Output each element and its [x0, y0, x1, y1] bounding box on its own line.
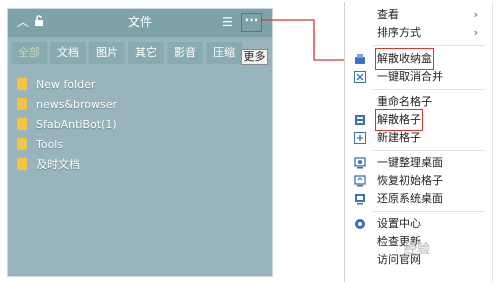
dissolve-fence-icon — [354, 114, 366, 126]
menu-item-label: 排序方式 — [377, 26, 421, 39]
chevron-right-icon: › — [473, 8, 478, 21]
menu-item-label: 解散收纳盒 — [375, 48, 434, 70]
menu-item-organize-desktop[interactable]: 一键整理桌面 — [345, 154, 492, 172]
menu-item-cancel-merge[interactable]: 一键取消合并 — [345, 68, 492, 86]
menu-item-label: 一键取消合并 — [377, 70, 443, 83]
chevron-right-icon: › — [473, 26, 478, 39]
menu-item-restore-desktop[interactable]: 还原系统桌面 — [345, 190, 492, 208]
gear-icon — [354, 218, 366, 230]
menu-separator — [373, 89, 485, 90]
menu-item-label: 新建格子 — [377, 131, 421, 144]
menu-item-label: 设置中心 — [377, 217, 421, 230]
menu-item-new-fence[interactable]: 新建格子 — [345, 129, 492, 147]
menu-separator — [373, 150, 485, 151]
cancel-merge-icon — [354, 71, 366, 83]
menu-item-dissolve-box[interactable]: 解散收纳盒 — [345, 48, 492, 70]
watermark-text: 经验 — [404, 242, 431, 257]
menu-item-restore-fences[interactable]: 恢复初始格子 — [345, 172, 492, 190]
restore-fences-icon — [354, 175, 366, 187]
menu-item-label: 查看 — [377, 8, 399, 21]
new-fence-icon — [354, 132, 366, 144]
menu-item-dissolve-fence[interactable]: 解散格子 — [345, 109, 492, 131]
menu-separator — [373, 45, 485, 46]
restore-desktop-icon — [354, 193, 366, 205]
box-icon — [354, 53, 366, 65]
organize-desktop-icon — [354, 157, 366, 169]
menu-item-label: 重命名格子 — [377, 95, 432, 108]
menu-item-sort[interactable]: 排序方式 › — [345, 24, 492, 42]
menu-item-settings[interactable]: 设置中心 — [345, 215, 492, 233]
menu-item-label: 解散格子 — [375, 109, 423, 131]
menu-item-label: 恢复初始格子 — [377, 174, 443, 187]
menu-item-view[interactable]: 查看 › — [345, 6, 492, 24]
menu-item-rename[interactable]: 重命名格子 — [345, 93, 492, 111]
menu-item-label: 一键整理桌面 — [377, 156, 443, 169]
menu-separator — [373, 211, 485, 212]
menu-item-label: 还原系统桌面 — [377, 192, 443, 205]
